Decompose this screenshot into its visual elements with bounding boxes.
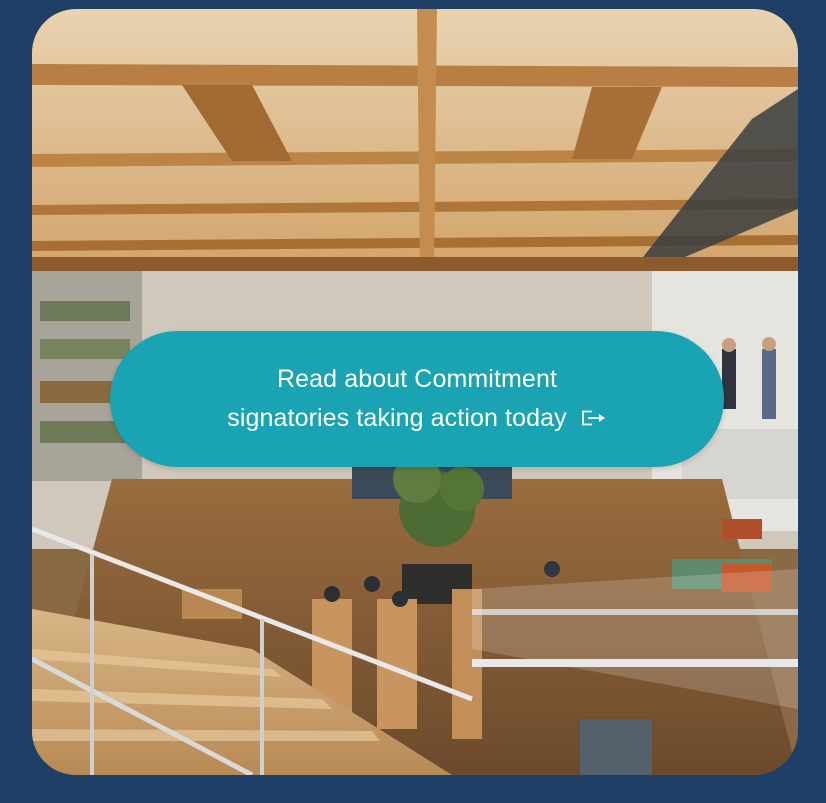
read-commitment-signatories-link[interactable]: Read about Commitment signatories taking…	[110, 331, 724, 467]
cta-line-1: Read about Commitment	[276, 365, 557, 394]
cta-line-2-wrapper: signatories taking action today	[227, 399, 606, 438]
cta-line-2: signatories taking action today	[227, 404, 567, 432]
exit-arrow-icon	[581, 410, 605, 426]
hero-image-card: Read about Commitment signatories taking…	[32, 9, 798, 775]
